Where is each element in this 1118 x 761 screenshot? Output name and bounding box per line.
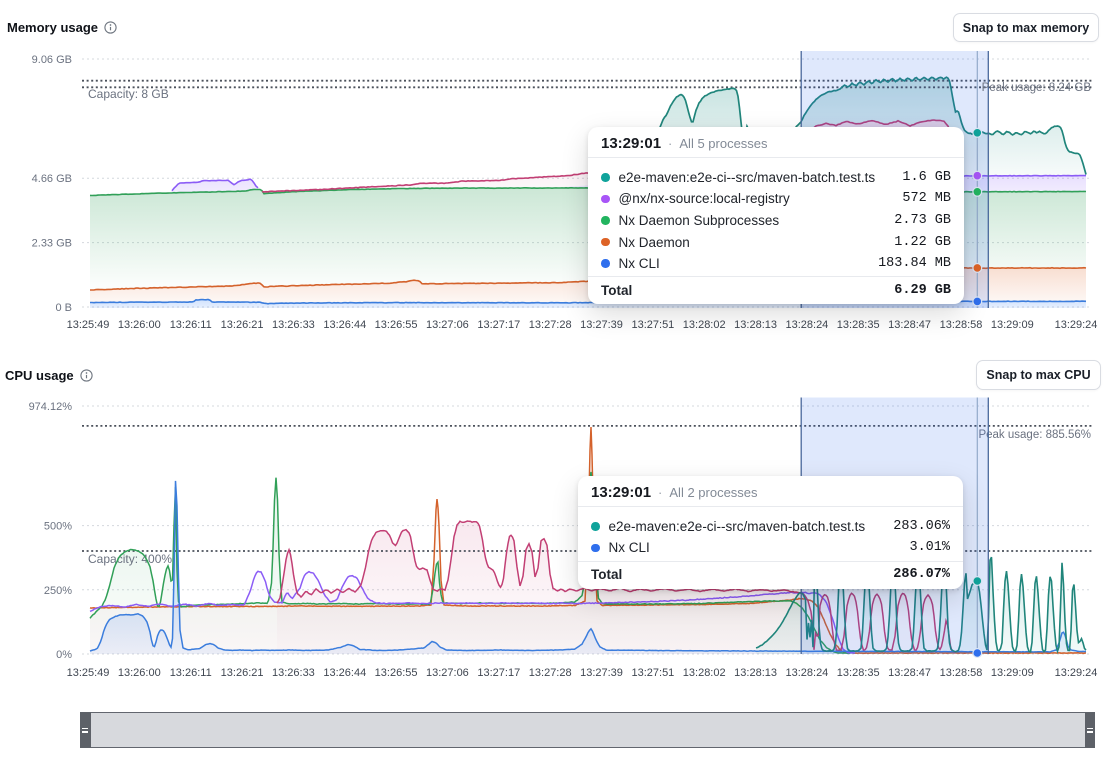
svg-text:13:29:09: 13:29:09 <box>991 319 1034 331</box>
svg-text:13:28:24: 13:28:24 <box>785 667 828 679</box>
svg-text:Capacity: 400%: Capacity: 400% <box>88 552 172 566</box>
svg-text:13:26:00: 13:26:00 <box>118 319 161 331</box>
svg-text:Peak usage: 8.24 GB: Peak usage: 8.24 GB <box>982 82 1092 94</box>
svg-text:13:26:21: 13:26:21 <box>221 319 264 331</box>
svg-text:13:26:44: 13:26:44 <box>323 319 366 331</box>
svg-text:13:27:17: 13:27:17 <box>477 667 520 679</box>
svg-text:13:28:02: 13:28:02 <box>683 667 726 679</box>
svg-text:13:27:17: 13:27:17 <box>477 319 520 331</box>
svg-text:13:28:13: 13:28:13 <box>734 667 777 679</box>
svg-text:13:27:39: 13:27:39 <box>580 319 623 331</box>
svg-text:13:28:13: 13:28:13 <box>734 319 777 331</box>
svg-text:13:26:11: 13:26:11 <box>170 667 212 679</box>
svg-text:13:29:09: 13:29:09 <box>991 667 1034 679</box>
svg-text:13:28:47: 13:28:47 <box>888 667 931 679</box>
svg-text:13:28:24: 13:28:24 <box>785 319 828 331</box>
svg-text:13:27:39: 13:27:39 <box>580 667 623 679</box>
svg-text:13:28:35: 13:28:35 <box>837 319 880 331</box>
svg-text:13:28:58: 13:28:58 <box>940 319 983 331</box>
svg-text:13:28:47: 13:28:47 <box>888 319 931 331</box>
svg-text:13:26:00: 13:26:00 <box>118 667 161 679</box>
svg-text:13:25:49: 13:25:49 <box>67 667 110 679</box>
svg-text:500%: 500% <box>44 521 72 533</box>
svg-text:13:27:06: 13:27:06 <box>426 667 469 679</box>
svg-text:13:27:51: 13:27:51 <box>631 319 674 331</box>
svg-text:0 B: 0 B <box>55 302 72 314</box>
svg-text:2.33 GB: 2.33 GB <box>32 238 72 250</box>
svg-text:13:28:02: 13:28:02 <box>683 319 726 331</box>
svg-text:Capacity: 8 GB: Capacity: 8 GB <box>88 87 169 101</box>
svg-text:13:29:24: 13:29:24 <box>1055 319 1098 331</box>
svg-text:13:26:21: 13:26:21 <box>221 667 264 679</box>
svg-text:13:28:35: 13:28:35 <box>837 667 880 679</box>
svg-text:Peak usage: 885.56%: Peak usage: 885.56% <box>978 429 1091 441</box>
svg-text:13:26:33: 13:26:33 <box>272 319 315 331</box>
svg-text:13:27:28: 13:27:28 <box>529 319 572 331</box>
svg-text:13:26:55: 13:26:55 <box>375 319 418 331</box>
svg-text:0%: 0% <box>56 649 72 661</box>
svg-text:13:25:49: 13:25:49 <box>67 319 110 331</box>
svg-text:9.06 GB: 9.06 GB <box>32 54 72 66</box>
svg-text:13:27:28: 13:27:28 <box>529 667 572 679</box>
svg-text:13:26:11: 13:26:11 <box>170 319 212 331</box>
svg-text:13:27:51: 13:27:51 <box>631 667 674 679</box>
svg-text:13:26:44: 13:26:44 <box>323 667 366 679</box>
svg-text:250%: 250% <box>44 585 72 597</box>
svg-text:13:26:55: 13:26:55 <box>375 667 418 679</box>
svg-text:13:28:58: 13:28:58 <box>940 667 983 679</box>
svg-text:13:26:33: 13:26:33 <box>272 667 315 679</box>
svg-text:13:27:06: 13:27:06 <box>426 319 469 331</box>
svg-text:974.12%: 974.12% <box>29 401 73 413</box>
svg-text:13:29:24: 13:29:24 <box>1055 667 1098 679</box>
svg-text:4.66 GB: 4.66 GB <box>32 173 72 185</box>
